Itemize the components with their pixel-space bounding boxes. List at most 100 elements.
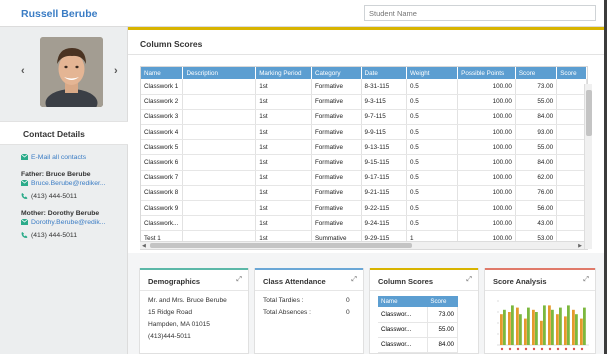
table-cell: 100.00: [457, 79, 516, 95]
table-cell: Classwork 9: [141, 200, 184, 217]
table-cell: 0.5: [406, 200, 459, 217]
mini-header-score[interactable]: Score: [427, 296, 458, 307]
table-horizontal-scrollbar[interactable]: ◀ ▶: [140, 241, 584, 249]
divider: [255, 290, 363, 291]
father-email-link[interactable]: Bruce.Berube@rediker...: [21, 180, 106, 187]
scroll-thumb[interactable]: [586, 90, 592, 136]
table-cell: [182, 215, 257, 232]
table-cell: 1st: [255, 154, 312, 171]
column-header[interactable]: Date: [361, 67, 408, 79]
table-row[interactable]: Classwor... 55.00: [378, 322, 459, 338]
previous-student-button[interactable]: ‹: [21, 65, 25, 77]
table-cell: [556, 200, 587, 217]
father-phone: (413) 444-5011: [21, 193, 77, 200]
table-cell: 100.00: [457, 185, 516, 202]
table-cell: [556, 215, 587, 232]
accent-bar: [370, 268, 478, 270]
chart-bar: [572, 309, 575, 345]
chart-bar: [564, 316, 567, 345]
student-search-input[interactable]: [364, 5, 596, 21]
table-cell: Classwork 7: [141, 170, 184, 186]
table-row[interactable]: Classwork 6 1st Formative 9-15-115 0.5 100.00…: [141, 154, 587, 171]
column-header[interactable]: Marking Period: [255, 67, 312, 79]
table-cell: 76.00: [515, 185, 558, 202]
mini-cell: 73.00: [427, 307, 459, 323]
table-cell: 1st: [255, 139, 312, 156]
table-cell: 1st: [255, 185, 312, 202]
chart-bar: [559, 307, 562, 345]
column-header[interactable]: Description: [182, 67, 257, 79]
column-header[interactable]: Score: [556, 67, 587, 79]
table-cell: [556, 124, 587, 141]
mini-header-name[interactable]: Name: [378, 296, 428, 307]
column-header[interactable]: Name: [141, 67, 184, 79]
chart-bar: [575, 314, 578, 345]
table-cell: Formative: [311, 154, 362, 171]
father-label: Father: Bruce Berube: [21, 171, 91, 178]
envelope-icon: [21, 154, 28, 160]
table-row[interactable]: Classwork 7 1st Formative 9-17-115 0.5 100.00…: [141, 170, 587, 186]
table-vertical-scrollbar[interactable]: [584, 84, 592, 249]
table-cell: [182, 170, 257, 186]
tardies-label: Total Tardies :: [263, 297, 304, 304]
email-all-contacts-link[interactable]: E-Mail all contacts: [21, 154, 86, 161]
expand-icon[interactable]: ⤢: [583, 276, 589, 284]
table-cell: 1st: [255, 109, 312, 126]
table-cell: 100.00: [457, 154, 516, 171]
table-cell: 84.00: [515, 154, 558, 171]
top-bar: Russell Berube: [0, 0, 604, 27]
expand-icon[interactable]: ⤢: [236, 276, 242, 284]
table-row[interactable]: Classwork 5 1st Formative 9-13-115 0.5 100.00…: [141, 139, 587, 156]
scroll-right-icon[interactable]: ▶: [578, 243, 582, 249]
table-row[interactable]: Classwor... 84.00: [378, 337, 459, 353]
chart-bar: [532, 309, 535, 345]
chart-bar: [583, 307, 586, 345]
table-cell: 100.00: [457, 124, 516, 141]
column-header[interactable]: Possible Points: [457, 67, 516, 79]
contact-details-title: Contact Details: [23, 129, 85, 139]
table-cell: Formative: [311, 109, 362, 126]
table-row[interactable]: Classwork 1 1st Formative 8-31-115 0.5 100.00…: [141, 79, 587, 95]
table-row[interactable]: Classwork 9 1st Formative 9-22-115 0.5 100.00…: [141, 200, 587, 217]
table-row[interactable]: Classwork 3 1st Formative 9-7-115 0.5 100.00 8…: [141, 109, 587, 126]
mini-scores-table: Name Score Classwor... 73.00 Classwor... 5…: [378, 296, 459, 353]
email-all-label: E-Mail all contacts: [31, 154, 87, 161]
scroll-thumb[interactable]: [150, 243, 412, 248]
table-cell: 1st: [255, 94, 312, 110]
table-cell: [182, 79, 257, 95]
table-row[interactable]: Classwor... 73.00: [378, 307, 459, 323]
table-cell: 55.00: [515, 94, 558, 110]
table-cell: 9-15-115: [361, 154, 408, 171]
student-photo: [40, 37, 103, 107]
mother-label: Mother: Dorothy Berube: [21, 210, 100, 217]
mini-cell: 84.00: [427, 337, 459, 353]
column-header[interactable]: Score: [515, 67, 558, 79]
table-cell: 0.5: [406, 185, 459, 202]
table-cell: 55.00: [515, 139, 558, 156]
table-cell: 0.5: [406, 139, 459, 156]
table-cell: 9-13-115: [361, 139, 408, 156]
expand-icon[interactable]: ⤢: [466, 276, 472, 284]
chart-marker: [580, 347, 584, 351]
column-scores-table-wrap: Name Description Marking Period Category Dat…: [140, 66, 588, 250]
column-scores-table: Name Description Marking Period Category Dat…: [141, 67, 587, 247]
chart-bar: [548, 305, 551, 345]
scroll-left-icon[interactable]: ◀: [142, 243, 146, 249]
divider: [485, 290, 595, 291]
table-cell: 0.5: [406, 170, 459, 186]
demographics-line: (413)444-5011: [148, 333, 191, 340]
column-header[interactable]: Category: [311, 67, 362, 79]
column-header[interactable]: Weight: [406, 67, 459, 79]
score-analysis-chart: [497, 300, 589, 351]
table-row[interactable]: Classwork 2 1st Formative 9-3-115 0.5 100.00 5…: [141, 94, 587, 110]
table-cell: 1st: [255, 200, 312, 217]
expand-icon[interactable]: ⤢: [351, 276, 357, 284]
divider: [140, 290, 248, 291]
table-row[interactable]: Classwork... 1st Formative 9-24-115 0.5 100.0…: [141, 215, 587, 232]
next-student-button[interactable]: ›: [114, 65, 118, 77]
demographics-widget: Demographics ⤢ Mr. and Mrs. Bruce Berube…: [139, 268, 249, 354]
mother-email-link[interactable]: Dorothy.Berube@redik...: [21, 219, 105, 226]
table-row[interactable]: Classwork 4 1st Formative 9-9-115 0.5 100.00 9…: [141, 124, 587, 141]
table-row[interactable]: Classwork 8 1st Formative 9-21-115 0.5 100.00…: [141, 185, 587, 202]
chart-marker: [508, 347, 512, 351]
